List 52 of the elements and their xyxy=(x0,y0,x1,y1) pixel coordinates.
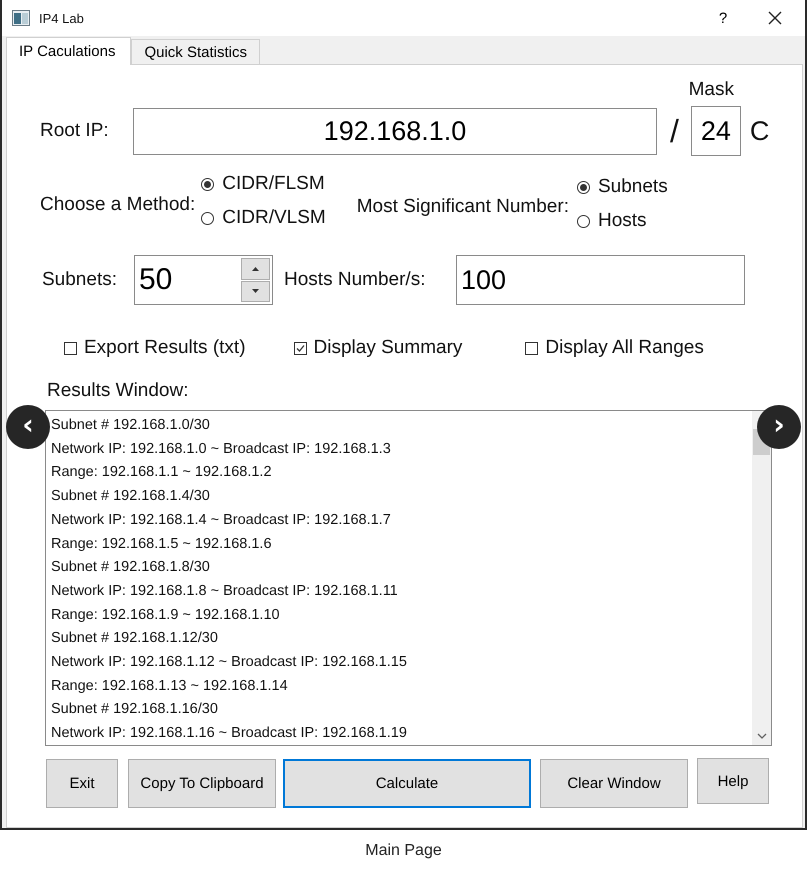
radio-option[interactable]: Subnets xyxy=(576,176,668,198)
result-line: Range: 192.168.1.5 ~ 192.168.1.6 xyxy=(51,534,273,554)
hosts-field[interactable]: 100 xyxy=(456,255,745,305)
mask-label: Mask xyxy=(688,79,734,101)
subnets-spinbox[interactable]: 50 xyxy=(134,255,273,305)
caption: Main Page xyxy=(364,842,443,860)
help-button[interactable]: ? xyxy=(697,3,749,33)
result-line: Range: 192.168.1.9 ~ 192.168.1.10 xyxy=(51,606,281,625)
result-line: Network IP: 192.168.1.12 ~ Broadcast IP: 192.168.1.15 xyxy=(51,653,408,672)
checkbox-option[interactable]: Export Results (txt) xyxy=(64,337,246,359)
results-label: Results Window: xyxy=(47,380,190,403)
action-button[interactable]: Help xyxy=(697,758,769,804)
slash-label: / xyxy=(670,112,679,150)
significant-label: Most Significant Number: xyxy=(356,196,569,218)
app-icon xyxy=(12,10,30,26)
radio-option[interactable]: CIDR/VLSM xyxy=(201,207,326,229)
action-button[interactable]: Copy To Clipboard xyxy=(128,759,276,808)
result-line: Subnet # 192.168.1.0/30 xyxy=(51,416,211,435)
checkbox-option[interactable]: Display Summary xyxy=(294,337,462,359)
result-line: Network IP: 192.168.1.0 ~ Broadcast IP: 192.168.1.3 xyxy=(51,440,392,459)
result-line: Network IP: 192.168.1.8 ~ Broadcast IP: 192.168.1.11 xyxy=(51,582,399,601)
mask-field[interactable]: 24 xyxy=(690,106,741,156)
tab[interactable]: IP Caculations xyxy=(6,37,132,65)
down-arrow-icon[interactable] xyxy=(252,289,259,294)
result-line: Subnet # 192.168.1.16/30 xyxy=(51,700,219,720)
action-button[interactable]: Exit xyxy=(46,759,118,808)
hosts-label: Hosts Number/s: xyxy=(284,269,426,291)
root-ip-field[interactable]: 192.168.1.0 xyxy=(133,108,657,154)
window-title: IP4 Lab xyxy=(39,10,84,26)
scrollbar[interactable] xyxy=(752,411,771,745)
class-label: C xyxy=(750,116,770,146)
spin-up-button[interactable] xyxy=(241,258,270,280)
result-line: Range: 192.168.1.13 ~ 192.168.1.14 xyxy=(51,676,289,696)
result-line: Subnet # 192.168.1.8/30 xyxy=(51,558,211,578)
result-line: Subnet # 192.168.1.4/30 xyxy=(51,487,211,506)
tab[interactable]: Quick Statistics xyxy=(131,39,260,64)
check-icon xyxy=(294,342,306,354)
result-line: Subnet # 192.168.1.12/30 xyxy=(51,629,219,648)
action-button[interactable]: Clear Window xyxy=(540,759,688,808)
result-line: Range: 192.168.1.1 ~ 192.168.1.2 xyxy=(51,463,273,482)
up-arrow-icon[interactable] xyxy=(252,266,259,271)
subnets-label: Subnets: xyxy=(42,269,118,291)
spin-down-button[interactable] xyxy=(241,280,270,302)
checkbox-option[interactable]: Display All Ranges xyxy=(525,337,704,359)
method-label: Choose a Method: xyxy=(40,194,196,216)
radio-option[interactable]: CIDR/FLSM xyxy=(201,173,326,195)
root-ip-label: Root IP: xyxy=(40,120,110,142)
action-button[interactable]: Calculate xyxy=(283,759,531,808)
result-line: Network IP: 192.168.1.4 ~ Broadcast IP: 192.168.1.7 xyxy=(51,510,392,530)
close-icon[interactable] xyxy=(768,11,782,25)
radio-option[interactable]: Hosts xyxy=(576,210,668,232)
result-line: Network IP: 192.168.1.16 ~ Broadcast IP: 192.168.1.19 xyxy=(51,724,408,744)
